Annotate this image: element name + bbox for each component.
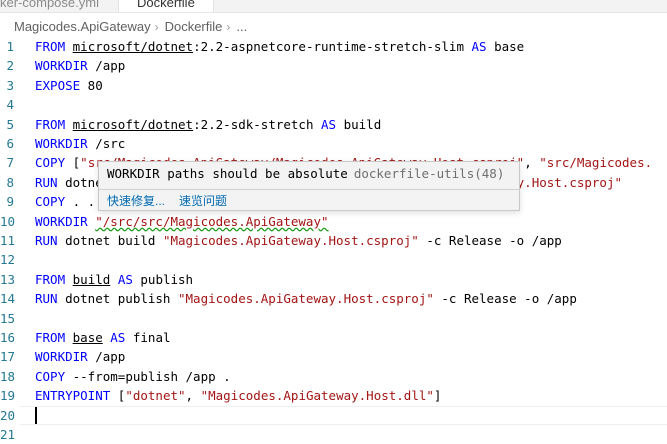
line-code: EXPOSE 80	[35, 77, 103, 93]
line-number: 5	[6, 116, 14, 132]
line-code: WORKDIR "/src/src/Magicodes.ApiGateway"	[35, 213, 329, 229]
code-line[interactable]: 13 FROM build AS publish	[0, 270, 667, 289]
code-line[interactable]: 21	[0, 425, 667, 444]
line-code: FROM microsoft/dotnet:2.2-aspnetcore-run…	[35, 39, 525, 54]
line-number: 6	[6, 136, 14, 151]
code-line[interactable]: 17 WORKDIR /app	[0, 347, 667, 366]
line-number: 17	[0, 349, 16, 365]
line-number: 18	[0, 368, 16, 384]
code-line[interactable]: 12	[0, 250, 667, 269]
line-number: 16	[0, 330, 16, 345]
code-line[interactable]: 6 WORKDIR /src	[0, 134, 667, 153]
problem-hover-widget: WORKDIR paths should be absolute dockerfi…	[98, 161, 520, 211]
code-editor[interactable]: 1 FROM microsoft/dotnet:2.2-aspnetcore-ru…	[0, 37, 667, 442]
hover-message-text: WORKDIR paths should be absolute	[107, 166, 348, 181]
code-line[interactable]: 15	[0, 309, 667, 328]
line-code: COPY . .	[35, 194, 96, 210]
line-code: FROM microsoft/dotnet:2.2-sdk-stretch AS…	[35, 116, 382, 132]
line-code: RUN dotnet publish "Magicodes.ApiGateway…	[35, 291, 577, 307]
line-code: RUN dotnet build "Magicodes.ApiGateway.H…	[35, 233, 562, 248]
line-number: 7	[6, 155, 14, 171]
line-number: 9	[6, 194, 14, 210]
code-line[interactable]: 18 COPY --from=publish /app .	[0, 367, 667, 386]
line-number: 3	[6, 77, 14, 93]
line-number: 14	[0, 291, 16, 307]
code-line[interactable]: 3 EXPOSE 80	[0, 76, 667, 95]
code-line[interactable]: 11 RUN dotnet build "Magicodes.ApiGateway…	[0, 231, 667, 250]
line-number: 12	[0, 252, 16, 268]
line-number: 13	[0, 271, 16, 287]
code-line[interactable]: 10 WORKDIR "/src/src/Magicodes.ApiGateway…	[0, 212, 667, 231]
code-line[interactable]: 2 WORKDIR /app	[0, 56, 667, 75]
code-line[interactable]: 5 FROM microsoft/dotnet:2.2-sdk-stretch A…	[0, 115, 667, 134]
peek-problem-link[interactable]: 速览问题	[179, 194, 227, 208]
line-code: ENTRYPOINT ["dotnet", "Magicodes.ApiGate…	[35, 388, 442, 404]
tab-docker-compose[interactable]: ker-compose.yml	[0, 0, 118, 12]
line-code: FROM base AS final	[35, 330, 171, 345]
code-line[interactable]: 14 RUN dotnet publish "Magicodes.ApiGatew…	[0, 289, 667, 308]
code-line[interactable]: 19 ENTRYPOINT ["dotnet", "Magicodes.ApiGa…	[0, 386, 667, 405]
line-number: 8	[6, 174, 14, 190]
hover-actions: 快速修复... 速览问题	[99, 189, 519, 212]
code-line[interactable]: 4	[0, 95, 667, 114]
code-line[interactable]: 16 FROM base AS final	[0, 328, 667, 347]
quick-fix-link[interactable]: 快速修复...	[107, 194, 165, 208]
line-number: 20	[0, 407, 16, 423]
hover-source: dockerfile-utils(48)	[353, 166, 505, 181]
text-cursor	[35, 406, 37, 424]
line-number: 1	[6, 39, 14, 54]
line-number: 4	[6, 97, 14, 113]
line-code: WORKDIR /app	[35, 349, 126, 365]
line-number: 11	[0, 233, 16, 248]
line-code: WORKDIR /src	[35, 136, 126, 151]
current-line-highlight	[20, 405, 667, 425]
line-number: 15	[0, 310, 16, 326]
line-code: WORKDIR /app	[35, 58, 126, 74]
line-number: 10	[0, 213, 16, 229]
line-code: FROM build AS publish	[35, 271, 194, 287]
hover-message: WORKDIR paths should be absolute dockerfi…	[107, 166, 504, 181]
code-line[interactable]: 1 FROM microsoft/dotnet:2.2-aspnetcore-ru…	[0, 37, 667, 56]
tab-bar: ker-compose.yml Dockerfile	[0, 0, 667, 13]
line-code: COPY --from=publish /app .	[35, 368, 231, 384]
tab-dockerfile[interactable]: Dockerfile	[118, 0, 214, 12]
code-line[interactable]: 20	[0, 405, 667, 425]
line-number: 2	[6, 58, 14, 74]
line-number: 21	[0, 427, 16, 442]
line-number: 19	[0, 388, 16, 404]
